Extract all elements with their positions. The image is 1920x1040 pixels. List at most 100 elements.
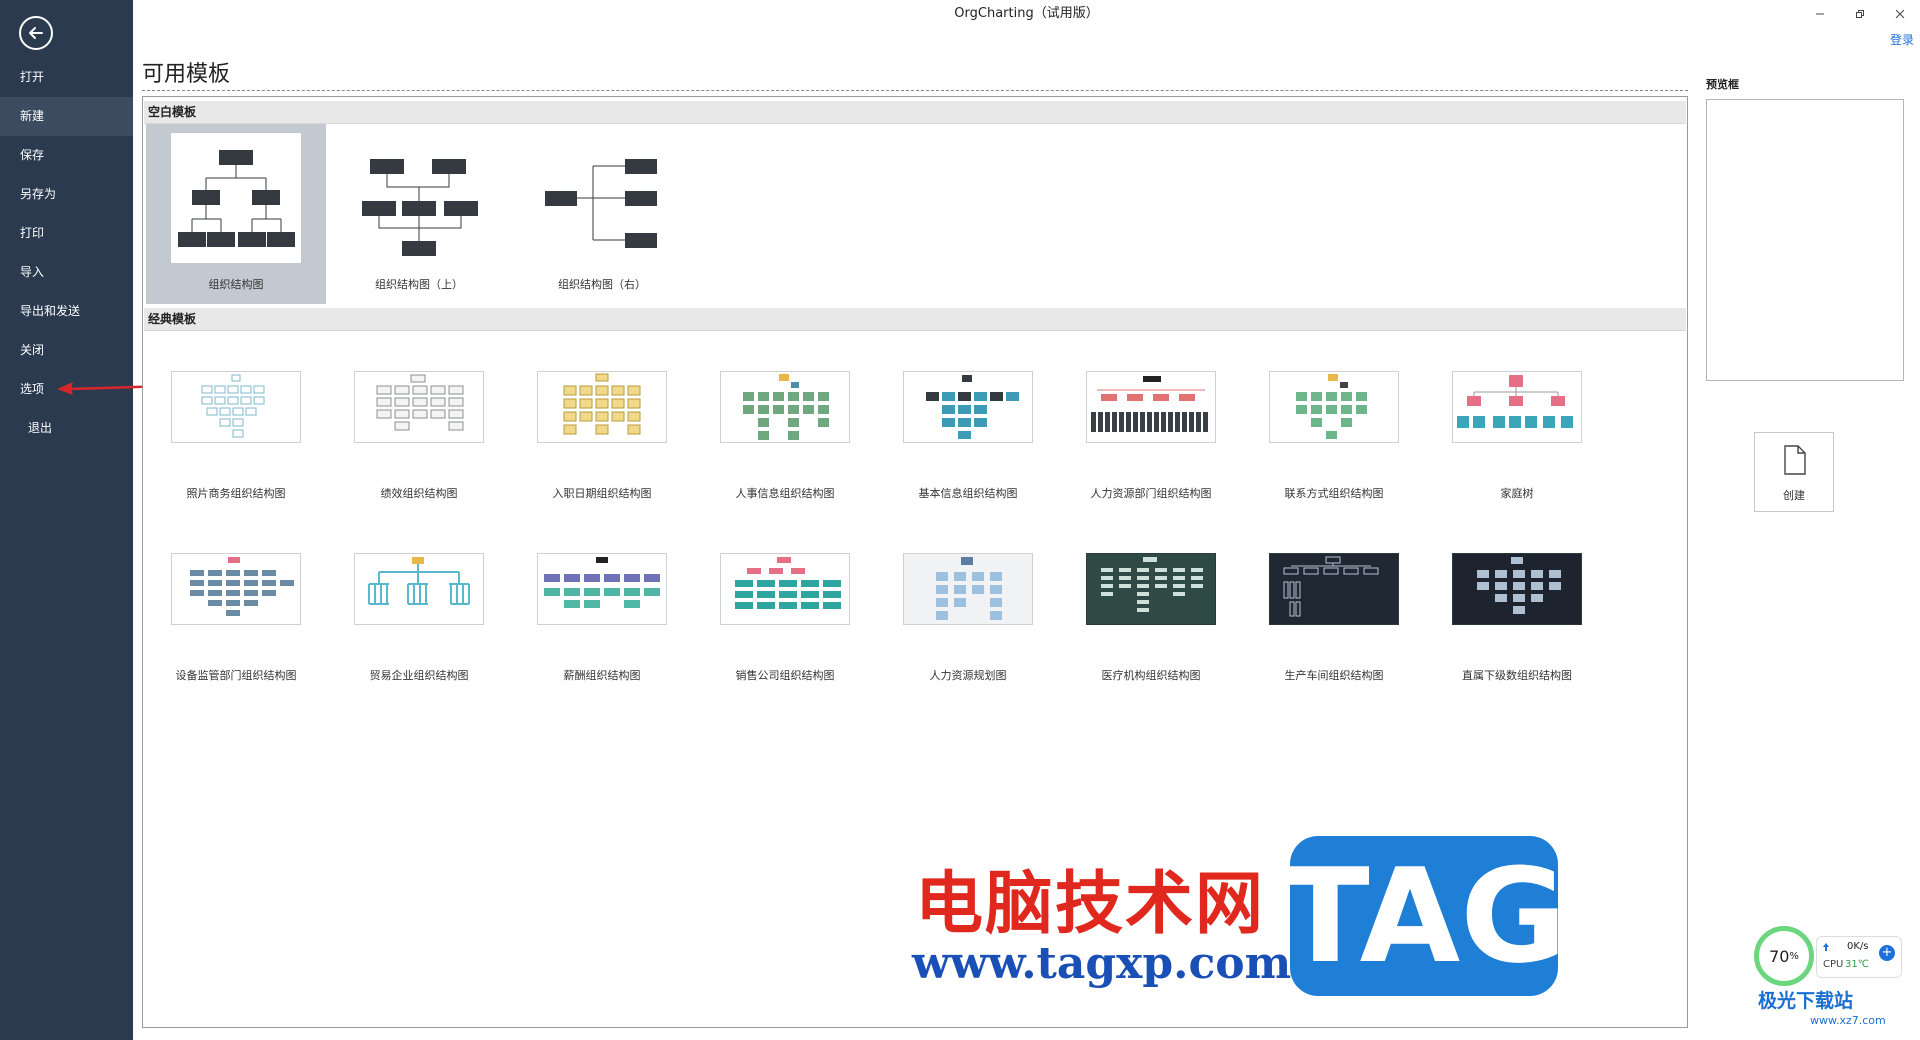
- template-label: 基本信息组织结构图: [918, 487, 1018, 500]
- login-link[interactable]: 登录: [1890, 31, 1914, 48]
- classic-template-card[interactable]: 基本信息组织结构图: [878, 371, 1058, 541]
- restore-icon: [1856, 10, 1864, 18]
- close-icon: [1895, 9, 1905, 19]
- template-thumbnail: [1269, 553, 1399, 625]
- preview-box: [1706, 99, 1904, 381]
- hr-dept-org-thumbnail-icon: [1091, 376, 1208, 432]
- basic-info-org-thumbnail-icon: [926, 375, 1019, 439]
- section-header-classic: 经典模板: [144, 308, 1686, 331]
- template-label: 组织结构图（右）: [558, 278, 646, 291]
- blank-template-org-right[interactable]: 组织结构图（右）: [512, 124, 692, 304]
- watermark-tag-logo: TAG: [1281, 836, 1567, 996]
- template-thumbnail: [720, 553, 850, 625]
- preview-label: 预览框: [1706, 78, 1739, 91]
- classic-template-card[interactable]: 薪酬组织结构图: [512, 553, 692, 723]
- template-label: 家庭树: [1500, 487, 1534, 500]
- template-thumbnail: [903, 553, 1033, 625]
- site-logo: 极光下载站: [1758, 990, 1854, 1012]
- family-tree-thumbnail-icon: [1457, 375, 1573, 428]
- template-thumbnail: [354, 553, 484, 625]
- contact-org-thumbnail-icon: [1296, 374, 1367, 439]
- org-chart-up-icon: [362, 159, 478, 256]
- arrow-left-icon: [29, 27, 43, 39]
- classic-template-card[interactable]: 入职日期组织结构图: [512, 371, 692, 541]
- blank-template-org-up[interactable]: 组织结构图（上）: [329, 124, 509, 304]
- template-label: 贸易企业组织结构图: [369, 669, 469, 682]
- classic-template-card[interactable]: 照片商务组织结构图: [146, 371, 326, 541]
- classic-template-card[interactable]: 绩效组织结构图: [329, 371, 509, 541]
- system-monitor-widget[interactable]: 70% 0K/s CPU 31℃ +: [1752, 926, 1902, 990]
- cpu-temp: 31℃: [1845, 959, 1869, 970]
- template-label: 绩效组织结构图: [380, 487, 458, 500]
- classic-template-card[interactable]: 医疗机构组织结构图: [1061, 553, 1241, 723]
- menu-item-save-as[interactable]: 另存为: [0, 175, 133, 214]
- close-button[interactable]: [1880, 0, 1920, 28]
- sales-company-org-thumbnail-icon: [735, 557, 841, 609]
- page-title: 可用模板: [142, 62, 231, 87]
- backstage-sidebar: 打开 新建 保存 另存为 打印 导入 导出和发送 关闭 选项 退出: [0, 0, 133, 1040]
- classic-template-card[interactable]: 联系方式组织结构图: [1244, 371, 1424, 541]
- menu-item-exit[interactable]: 退出: [0, 409, 133, 448]
- org-chart-right-icon: [545, 159, 657, 248]
- template-thumbnail: [1269, 371, 1399, 443]
- org-chart-icon: [178, 150, 295, 247]
- back-button[interactable]: [19, 16, 53, 50]
- classic-template-card[interactable]: 生产车间组织结构图: [1244, 553, 1424, 723]
- watermark-text: 电脑技术网: [915, 865, 1266, 944]
- classic-template-card[interactable]: 人力资源规划图: [878, 553, 1058, 723]
- menu-item-close[interactable]: 关闭: [0, 331, 133, 370]
- template-thumbnail: [537, 133, 667, 263]
- template-label: 设备监管部门组织结构图: [175, 669, 297, 682]
- template-label: 薪酬组织结构图: [563, 669, 641, 682]
- gauge-unit: %: [1789, 950, 1799, 962]
- template-thumbnail: [354, 371, 484, 443]
- create-button[interactable]: 创建: [1754, 432, 1834, 512]
- menu-item-import[interactable]: 导入: [0, 253, 133, 292]
- classic-template-card[interactable]: 销售公司组织结构图: [695, 553, 875, 723]
- medical-org-thumbnail-icon: [1101, 557, 1203, 612]
- network-speed: 0K/s: [1847, 941, 1869, 952]
- classic-template-card[interactable]: 贸易企业组织结构图: [329, 553, 509, 723]
- template-thumbnail: [1086, 553, 1216, 625]
- template-thumbnail: [1086, 371, 1216, 443]
- template-label: 入职日期组织结构图: [552, 487, 652, 500]
- upload-arrow-icon: [1823, 943, 1829, 951]
- cpu-label: CPU: [1823, 959, 1844, 970]
- section-header-blank: 空白模板: [144, 101, 1686, 124]
- window-controls: [1800, 0, 1920, 28]
- template-thumbnail: [720, 371, 850, 443]
- create-label: 创建: [1783, 489, 1805, 502]
- template-thumbnail: [537, 553, 667, 625]
- restore-button[interactable]: [1840, 0, 1880, 28]
- equipment-dept-org-thumbnail-icon: [190, 557, 294, 616]
- widget-info: 0K/s CPU 31℃ +: [1816, 936, 1902, 978]
- template-label: 人力资源规划图: [929, 669, 1007, 682]
- photo-org-thumbnail-icon: [201, 374, 265, 438]
- classic-template-card[interactable]: 设备监管部门组织结构图: [146, 553, 326, 723]
- menu-item-export-send[interactable]: 导出和发送: [0, 292, 133, 331]
- template-label: 直属下级数组织结构图: [1462, 669, 1572, 682]
- template-label: 销售公司组织结构图: [735, 669, 835, 682]
- plus-icon: +: [1879, 945, 1895, 961]
- template-thumbnail: [171, 553, 301, 625]
- classic-template-card[interactable]: 人事信息组织结构图: [695, 371, 875, 541]
- template-thumbnail: [1452, 553, 1582, 625]
- watermark-url: www.tagxp.com: [912, 938, 1292, 989]
- template-thumbnail: [1452, 371, 1582, 443]
- classic-template-card[interactable]: 人力资源部门组织结构图: [1061, 371, 1241, 541]
- menu-item-save[interactable]: 保存: [0, 136, 133, 175]
- hr-planning-thumbnail-icon: [936, 557, 1002, 620]
- classic-template-card[interactable]: 直属下级数组织结构图: [1427, 553, 1607, 723]
- window-title: OrgCharting（试用版）: [954, 6, 1099, 21]
- minimize-button[interactable]: [1800, 0, 1840, 28]
- gauge-value: 70: [1769, 946, 1790, 966]
- menu-item-open[interactable]: 打开: [0, 58, 133, 97]
- classic-template-card[interactable]: 家庭树: [1427, 371, 1607, 541]
- blank-template-org[interactable]: 组织结构图: [146, 124, 326, 304]
- hire-date-org-thumbnail-icon: [563, 373, 641, 435]
- menu-item-new[interactable]: 新建: [0, 97, 133, 136]
- performance-org-thumbnail-icon: [376, 374, 464, 431]
- template-thumbnail: [171, 371, 301, 443]
- template-label: 照片商务组织结构图: [186, 487, 286, 500]
- menu-item-print[interactable]: 打印: [0, 214, 133, 253]
